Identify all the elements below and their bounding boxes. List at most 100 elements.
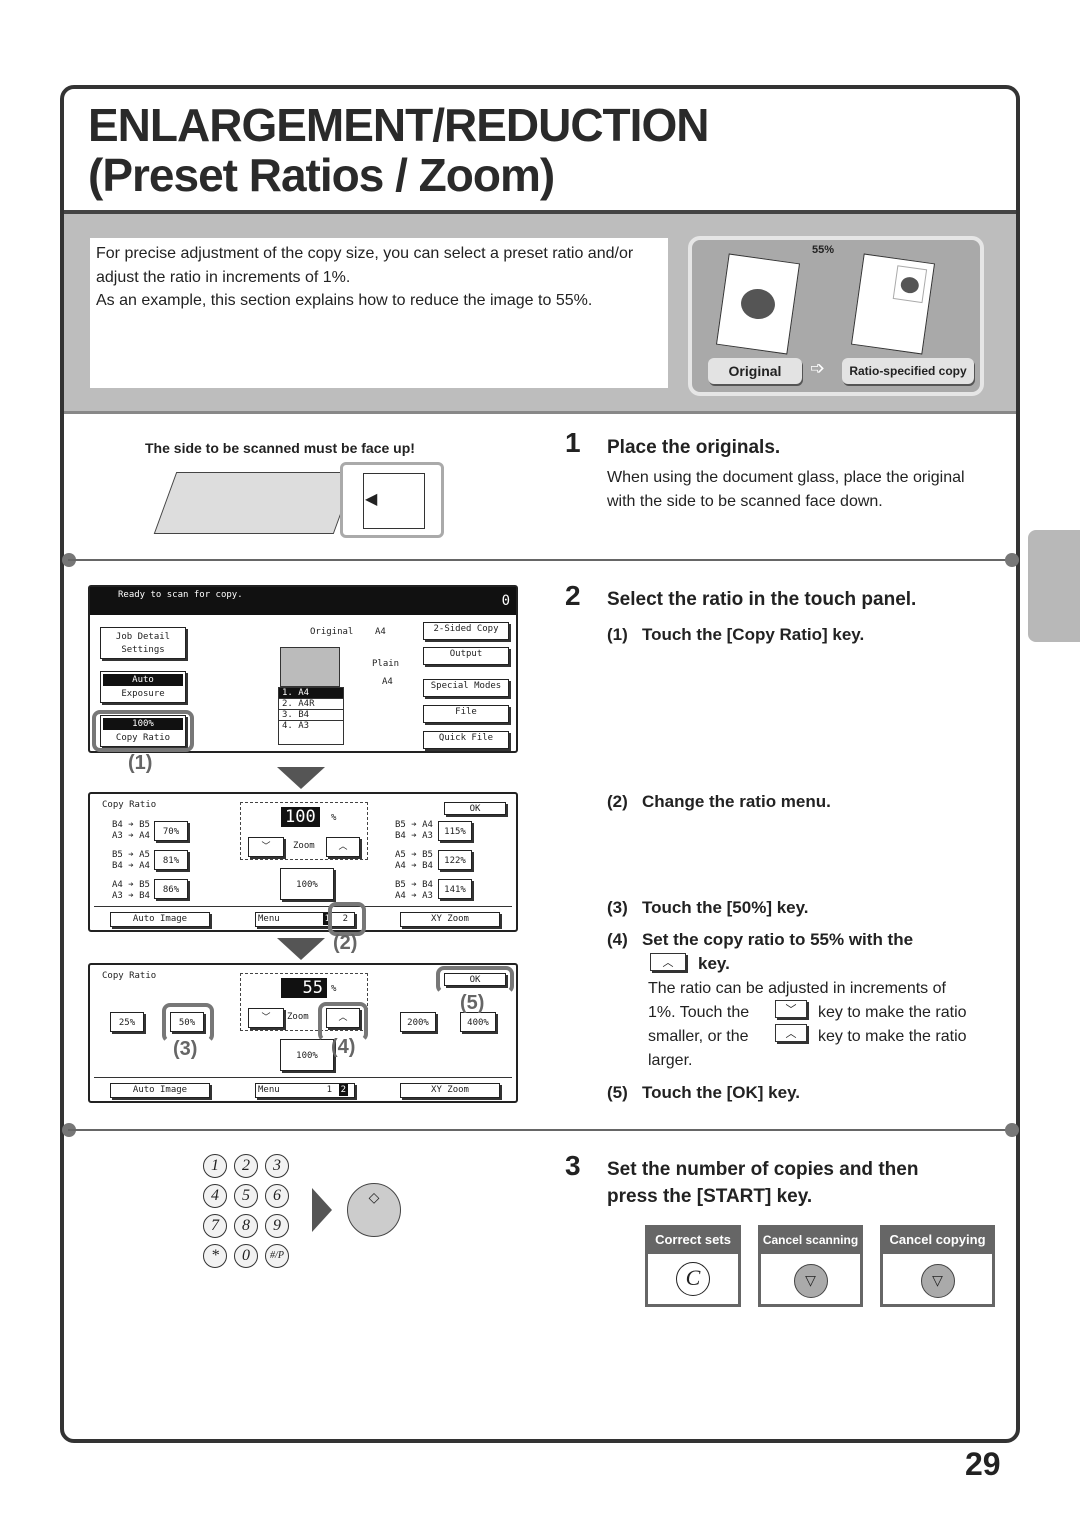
- ratio-display: 100: [281, 807, 320, 827]
- scanner-illustration: ◀: [153, 462, 450, 540]
- exposure-button[interactable]: Auto Exposure: [100, 671, 186, 703]
- apple-icon: [739, 286, 777, 322]
- percent-sign: %: [331, 813, 337, 823]
- key-3[interactable]: 3: [265, 1154, 289, 1178]
- key-asterisk[interactable]: *: [203, 1244, 227, 1268]
- tray-list: 1. A4 2. A4R 3. B4 4. A3: [278, 687, 344, 745]
- key-program[interactable]: #/P: [265, 1244, 289, 1268]
- divider: [68, 559, 1012, 561]
- key-6[interactable]: 6: [265, 1184, 289, 1208]
- ratio-200-button[interactable]: 200%: [400, 1012, 436, 1032]
- substep-desc: 1%. Touch the: [648, 1004, 750, 1021]
- auto-image-button[interactable]: Auto Image: [110, 912, 210, 927]
- zoom-down-button[interactable]: ﹀: [248, 1008, 284, 1028]
- divider-dot: [1005, 1123, 1019, 1137]
- intro-paragraph: As an example, this section explains how…: [96, 292, 593, 309]
- key-2[interactable]: 2: [234, 1154, 258, 1178]
- step-number: 3: [565, 1150, 581, 1181]
- page-subtitle: (Preset Ratios / Zoom): [88, 149, 555, 201]
- copy-label: Ratio-specified copy: [842, 358, 974, 384]
- intro-paragraph: For precise adjustment of the copy size,…: [96, 245, 634, 286]
- arrow-down-icon: [277, 938, 325, 960]
- key-7[interactable]: 7: [203, 1214, 227, 1238]
- key-caption: Correct sets: [648, 1228, 738, 1254]
- key-5[interactable]: 5: [234, 1184, 258, 1208]
- xy-zoom-button[interactable]: XY Zoom: [400, 1083, 500, 1098]
- job-detail-settings-button[interactable]: Job Detail Settings: [100, 627, 186, 659]
- key-4[interactable]: 4: [203, 1184, 227, 1208]
- ratio-122-button[interactable]: 122%: [438, 850, 472, 870]
- ratio-400-button[interactable]: 400%: [460, 1012, 496, 1032]
- ratio-70-button[interactable]: 70%: [154, 821, 188, 841]
- paper-size: A4: [382, 677, 393, 687]
- zoom-group: 100 % ﹀ Zoom ︿: [240, 802, 368, 860]
- output-button[interactable]: Output: [423, 647, 509, 665]
- ratio-81-button[interactable]: 81%: [154, 850, 188, 870]
- callout: (2): [333, 932, 358, 954]
- ratio-hint: A5 ➔ B5 A4 ➔ B4: [395, 850, 433, 871]
- original-size: A4: [375, 627, 386, 637]
- arrow-down-icon: [277, 767, 325, 789]
- percent-sign: %: [331, 984, 337, 994]
- key-8[interactable]: 8: [234, 1214, 258, 1238]
- zoom-down-key-icon: ﹀: [775, 1000, 807, 1018]
- special-modes-button[interactable]: Special Modes: [423, 679, 509, 697]
- tray-item[interactable]: 3. B4: [279, 709, 343, 720]
- correct-sets-key-box: Correct sets C: [645, 1225, 741, 1307]
- panel-label: Copy Ratio: [102, 971, 157, 981]
- panel-label: Copy Ratio: [102, 800, 157, 810]
- key-1[interactable]: 1: [203, 1154, 227, 1178]
- clear-key[interactable]: C: [676, 1262, 710, 1296]
- ok-button[interactable]: OK: [444, 802, 506, 815]
- callout: (3): [173, 1038, 198, 1060]
- ratio-100-button[interactable]: 100%: [280, 868, 334, 900]
- tray-item[interactable]: 2. A4R: [279, 698, 343, 709]
- copy-paper-icon: [850, 253, 936, 355]
- scan-note: The side to be scanned must be face up!: [145, 440, 415, 456]
- arrow-right-icon: [312, 1188, 332, 1232]
- original-paper-icon: [715, 253, 801, 355]
- ratio-115-button[interactable]: 115%: [438, 821, 472, 841]
- tray-item[interactable]: 1. A4: [279, 688, 343, 698]
- ratio-25-button[interactable]: 25%: [110, 1012, 144, 1032]
- key-9[interactable]: 9: [265, 1214, 289, 1238]
- key-caption: Cancel copying: [883, 1228, 992, 1254]
- file-button[interactable]: File: [423, 705, 509, 723]
- step-heading: press the [START] key.: [607, 1186, 813, 1207]
- tray-item[interactable]: 4. A3: [279, 720, 343, 731]
- original-label: Original: [310, 627, 354, 637]
- substep: (1) Touch the [Copy Ratio] key.: [607, 625, 865, 644]
- ratio-86-button[interactable]: 86%: [154, 879, 188, 899]
- ratio-141-button[interactable]: 141%: [438, 879, 472, 899]
- ratio-hint: B5 ➔ B4 A4 ➔ A3: [395, 880, 433, 901]
- menu-toggle[interactable]: Menu 1 2: [255, 1083, 355, 1098]
- quick-file-button[interactable]: Quick File: [423, 731, 509, 749]
- callout: (5): [460, 992, 485, 1014]
- key-0[interactable]: 0: [234, 1244, 258, 1268]
- touch-panel-ratio-menu1: Copy Ratio B4 ➔ B5 A3 ➔ A4 70% B5 ➔ A5 B4 …: [88, 792, 518, 932]
- substep-desc: The ratio can be adjusted in increments …: [648, 980, 946, 997]
- auto-image-button[interactable]: Auto Image: [110, 1083, 210, 1098]
- ratio-hint: B4 ➔ B5 A3 ➔ A4: [112, 820, 150, 841]
- substep-desc: smaller, or the: [648, 1028, 749, 1045]
- start-key[interactable]: ◇: [347, 1183, 401, 1237]
- intro-text: For precise adjustment of the copy size,…: [90, 238, 668, 388]
- ratio-100-button[interactable]: 100%: [280, 1039, 334, 1071]
- two-sided-copy-button[interactable]: 2-Sided Copy: [423, 622, 509, 640]
- status-text: Ready to scan for copy.: [118, 590, 243, 600]
- stop-key[interactable]: ▽: [793, 1264, 828, 1298]
- xy-zoom-button[interactable]: XY Zoom: [400, 912, 500, 927]
- page-title: ENLARGEMENT/REDUCTION: [88, 99, 709, 151]
- ratio-hint: A4 ➔ B5 A3 ➔ B4: [112, 880, 150, 901]
- step-heading: Set the number of copies and then: [607, 1159, 919, 1180]
- arrow-icon: ➩: [810, 358, 826, 378]
- callout: (4): [331, 1036, 356, 1058]
- zoom-down-button[interactable]: ﹀: [248, 837, 284, 857]
- status-bar: Ready to scan for copy. 0: [90, 587, 516, 615]
- zoom-up-button[interactable]: ︿: [326, 837, 360, 857]
- chapter-tab: [1028, 530, 1080, 642]
- ratio-illustration: 55% Original ➩ Ratio-specified copy: [688, 236, 984, 396]
- substep-desc: key to make the ratio: [818, 1004, 967, 1021]
- stop-key[interactable]: ▽: [920, 1264, 955, 1298]
- key-caption: Cancel scanning: [761, 1228, 860, 1254]
